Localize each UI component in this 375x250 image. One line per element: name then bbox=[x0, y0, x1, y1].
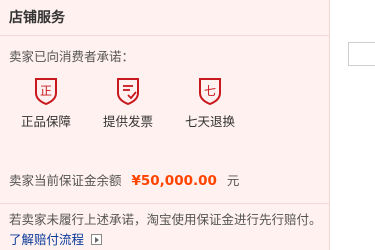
badge-invoice-label: 提供发票 bbox=[102, 114, 153, 129]
deposit-label: 卖家当前保证金余额 bbox=[9, 173, 122, 188]
badge-seven-day-return[interactable]: 七 七天退换 bbox=[173, 76, 247, 130]
seven-day-return-icon: 七 bbox=[199, 78, 221, 106]
promise-intro: 卖家已向消费者承诺： bbox=[9, 49, 135, 64]
svg-text:七: 七 bbox=[204, 84, 216, 98]
deposit-amount: ¥50,000.00 bbox=[131, 173, 217, 189]
badge-invoice[interactable]: 提供发票 bbox=[91, 76, 165, 130]
deposit-balance: 卖家当前保证金余额 ¥50,000.00 元 bbox=[9, 170, 239, 189]
play-arrow-icon[interactable] bbox=[91, 234, 102, 245]
deposit-unit: 元 bbox=[226, 173, 240, 188]
compensation-note: 若卖家未履行上述承诺，淘宝使用保证金进行先行赔付。 了解赔付流程 bbox=[9, 210, 327, 250]
badge-genuine[interactable]: 正 正品保障 bbox=[9, 76, 83, 130]
panel-title: 店铺服务 bbox=[9, 10, 65, 26]
compensation-process-link[interactable]: 了解赔付流程 bbox=[9, 232, 84, 247]
badge-seven-day-return-label: 七天退换 bbox=[184, 114, 235, 129]
genuine-shield-icon: 正 bbox=[35, 78, 57, 106]
adjacent-panel-edge bbox=[348, 42, 375, 66]
shop-service-panel: 店铺服务 卖家已向消费者承诺： 正 正品保障 提供发票 七 七天退换 卖家当前保… bbox=[0, 0, 330, 250]
svg-text:正: 正 bbox=[40, 84, 52, 98]
compensation-text: 若卖家未履行上述承诺，淘宝使用保证金进行先行赔付。 bbox=[9, 212, 322, 227]
panel-header: 店铺服务 bbox=[0, 0, 329, 36]
badge-genuine-label: 正品保障 bbox=[20, 114, 71, 129]
divider bbox=[0, 203, 330, 204]
invoice-check-icon bbox=[117, 78, 139, 106]
